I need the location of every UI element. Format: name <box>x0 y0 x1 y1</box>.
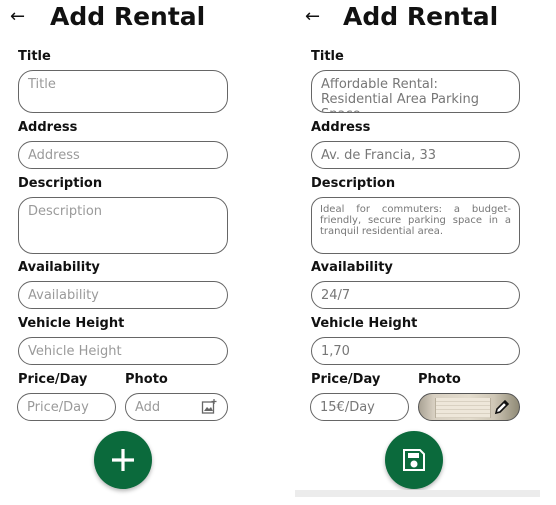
address-input[interactable]: Av. de Francia, 33 <box>311 141 520 169</box>
arrow-left-icon[interactable]: ← <box>10 6 25 27</box>
garage-door-image <box>435 398 491 418</box>
title-input[interactable]: Affordable Rental: Residential Area Park… <box>311 70 520 113</box>
edit-pencil-icon[interactable] <box>493 398 511 416</box>
add-image-icon <box>201 399 217 414</box>
page-title: Add Rental <box>343 2 499 31</box>
availability-input[interactable]: Availability <box>18 281 228 309</box>
add-rental-empty-screen: ← Add Rental Title Title Address Address… <box>0 0 280 505</box>
description-label: Description <box>18 176 103 191</box>
page-title: Add Rental <box>50 2 206 31</box>
photo-label: Photo <box>125 372 168 387</box>
address-input[interactable]: Address <box>18 141 228 169</box>
description-input[interactable]: Ideal for commuters: a budget-friendly, … <box>311 197 520 254</box>
add-button[interactable] <box>94 431 152 489</box>
availability-label: Availability <box>18 260 100 275</box>
vehicle-height-input[interactable]: 1,70 <box>311 337 520 365</box>
title-label: Title <box>18 49 51 64</box>
photo-preview[interactable] <box>418 393 520 421</box>
address-label: Address <box>311 120 371 135</box>
description-label: Description <box>311 176 396 191</box>
address-label: Address <box>18 120 78 135</box>
photo-add-button[interactable]: Add <box>125 393 228 421</box>
price-label: Price/Day <box>311 372 381 387</box>
photo-label: Photo <box>418 372 461 387</box>
plus-icon <box>112 449 134 471</box>
photo-add-text: Add <box>135 400 161 415</box>
description-input[interactable]: Description <box>18 197 228 254</box>
title-label: Title <box>311 49 344 64</box>
save-icon <box>403 449 425 471</box>
price-label: Price/Day <box>18 372 88 387</box>
bottom-bar <box>295 490 540 497</box>
title-input[interactable]: Title <box>18 70 228 113</box>
arrow-left-icon[interactable]: ← <box>305 6 320 27</box>
price-input[interactable]: 15€/Day <box>310 393 409 421</box>
vehicle-height-input[interactable]: Vehicle Height <box>18 337 228 365</box>
availability-input[interactable]: 24/7 <box>311 281 520 309</box>
vehicle-height-label: Vehicle Height <box>18 316 125 331</box>
availability-label: Availability <box>311 260 393 275</box>
add-rental-filled-screen: ← Add Rental Title Affordable Rental: Re… <box>293 0 556 505</box>
price-input[interactable]: Price/Day <box>17 393 116 421</box>
vehicle-height-label: Vehicle Height <box>311 316 418 331</box>
save-button[interactable] <box>385 431 443 489</box>
